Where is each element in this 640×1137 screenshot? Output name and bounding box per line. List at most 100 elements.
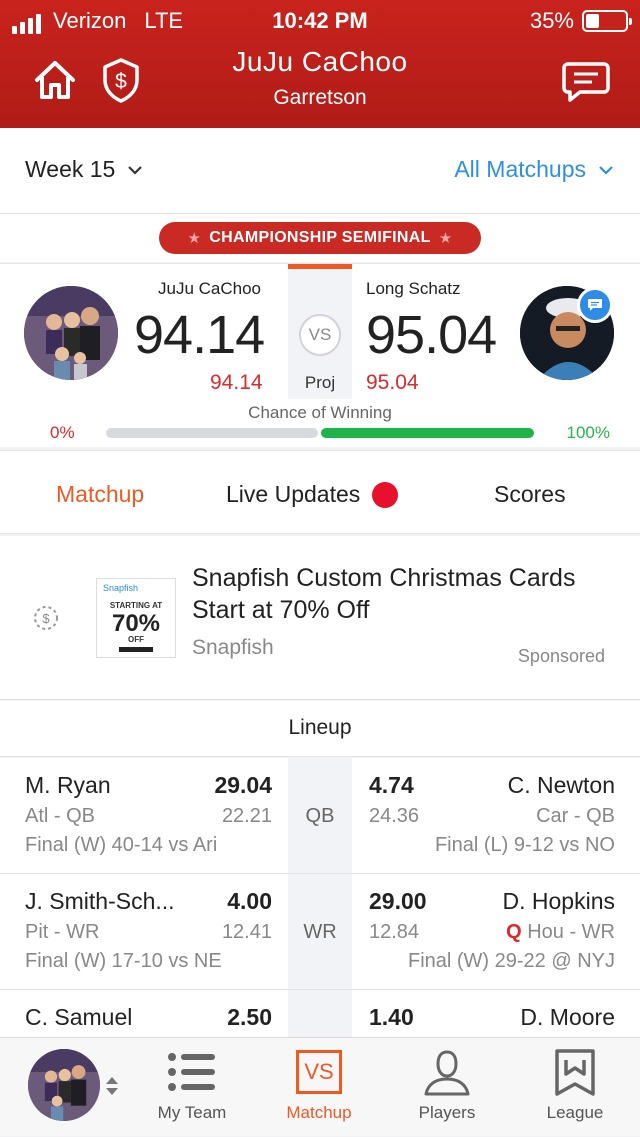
- lineup-header: Lineup: [0, 701, 640, 757]
- vs-badge: VS: [299, 314, 341, 356]
- right-player-team-pos: Car - QB: [536, 805, 615, 827]
- chance-label: Chance of Winning: [248, 403, 392, 422]
- bottom-nav: My Team VS Matchup Players League: [0, 1037, 640, 1136]
- left-player-proj: 12.41: [221, 921, 272, 943]
- live-dot-icon: [372, 481, 399, 508]
- left-win-percent: 0%: [50, 423, 75, 442]
- right-team-score: 95.04: [366, 305, 497, 365]
- star-icon: ★: [438, 230, 453, 247]
- ad-thumb-brand: Snapfish: [103, 583, 139, 593]
- tab-matchup[interactable]: Matchup: [56, 481, 144, 508]
- left-player-score: 29.04: [214, 772, 272, 798]
- matchups-filter-label: All Matchups: [454, 156, 586, 182]
- week-selector[interactable]: Week 15: [25, 156, 143, 183]
- position-label: WR: [303, 921, 337, 943]
- nav-matchup[interactable]: VS Matchup: [259, 1038, 379, 1137]
- tab-live-updates-label: Live Updates: [226, 481, 361, 507]
- left-player-name[interactable]: C. Samuel: [25, 1004, 132, 1031]
- week-label: Week 15: [25, 156, 116, 182]
- left-player-team-pos: Atl - QB: [25, 805, 96, 827]
- right-player-result: Final (L) 9-12 vs NO: [434, 834, 615, 856]
- injury-status-badge: Q: [506, 921, 522, 943]
- left-win-bar: [106, 428, 318, 438]
- nav-league[interactable]: League: [515, 1038, 635, 1137]
- tab-scores[interactable]: Scores: [494, 481, 566, 508]
- right-player-result: Final (W) 29-22 @ NYJ: [407, 950, 615, 972]
- right-team-name: Long Schatz: [366, 279, 461, 298]
- battery-icon: [582, 10, 632, 32]
- right-player-name[interactable]: D. Moore: [420, 1004, 615, 1031]
- right-player-team-pos-wrap: Q Hou - WR: [420, 921, 615, 944]
- status-bar: Verizon LTE 10:42 PM 35%: [0, 0, 640, 40]
- right-team-projected: 95.04: [366, 371, 419, 394]
- left-player-name[interactable]: M. Ryan: [25, 772, 111, 799]
- left-player-result: Final (W) 40-14 vs Ari: [25, 834, 218, 856]
- right-player-proj: 12.84: [369, 921, 420, 943]
- lineup-row[interactable]: M. Ryan 29.04 Atl - QB 22.21 Final (W) 4…: [0, 758, 640, 874]
- right-player-name[interactable]: C. Newton: [420, 772, 615, 799]
- team-switcher-avatar[interactable]: [28, 1049, 100, 1121]
- ad-sponsored-label: Sponsored: [517, 646, 605, 666]
- right-player-score: 29.00: [369, 888, 427, 914]
- left-team-avatar[interactable]: [24, 286, 118, 380]
- ad-thumb-button: [119, 647, 153, 652]
- page-title: JuJu CaChoo: [232, 46, 408, 77]
- left-team-name: JuJu CaChoo: [158, 279, 262, 298]
- round-badge: ★ CHAMPIONSHIP SEMIFINAL ★: [159, 222, 481, 254]
- vs-box-text: VS: [304, 1059, 334, 1084]
- nav-matchup-label: Matchup: [286, 1103, 352, 1122]
- app-header: Verizon LTE 10:42 PM 35% $ JuJu CaChoo G…: [0, 0, 640, 128]
- week-bar: Week 15 All Matchups: [0, 128, 640, 214]
- battery-percent: 35%: [529, 8, 574, 33]
- left-player-name[interactable]: J. Smith-Sch...: [25, 888, 175, 915]
- left-player-team-pos: Pit - WR: [25, 921, 100, 943]
- ad-choices-icon[interactable]: $: [32, 604, 60, 637]
- chat-icon[interactable]: [562, 60, 610, 108]
- tab-live-updates[interactable]: Live Updates: [226, 481, 399, 508]
- right-player-score: 1.40: [369, 1004, 414, 1030]
- sort-arrows-icon[interactable]: [104, 1075, 120, 1102]
- message-badge-icon[interactable]: [577, 287, 613, 323]
- right-win-percent: 100%: [566, 423, 610, 442]
- lineup-title: Lineup: [288, 716, 352, 739]
- proj-label: Proj: [304, 373, 336, 392]
- chevron-down-icon: [128, 165, 143, 175]
- right-player-score: 4.74: [369, 772, 414, 798]
- nav-my-team[interactable]: My Team: [132, 1038, 252, 1137]
- league-shield-icon: [555, 1049, 595, 1096]
- right-player-name[interactable]: D. Hopkins: [420, 888, 615, 915]
- page-subtitle: Garretson: [273, 86, 367, 109]
- round-badge-row: ★ CHAMPIONSHIP SEMIFINAL ★: [0, 214, 640, 262]
- chevron-down-icon: [599, 165, 613, 175]
- matchups-filter[interactable]: All Matchups: [454, 156, 614, 183]
- left-player-result: Final (W) 17-10 vs NE: [25, 950, 222, 972]
- right-player-proj: 24.36: [369, 805, 420, 827]
- svg-text:$: $: [42, 611, 50, 626]
- lineup-row[interactable]: J. Smith-Sch... 4.00 Pit - WR 12.41 Fina…: [0, 874, 640, 990]
- right-win-bar: [321, 428, 534, 438]
- ad-title[interactable]: Snapfish Custom Christmas Cards Start at…: [192, 562, 612, 626]
- left-player-score: 4.00: [227, 888, 272, 914]
- nav-players-label: Players: [418, 1103, 476, 1122]
- star-icon: ★: [187, 230, 202, 247]
- round-badge-label: CHAMPIONSHIP SEMIFINAL: [209, 229, 431, 246]
- ad-thumb-line1: STARTING AT: [109, 601, 163, 610]
- ad-thumbnail[interactable]: Snapfish STARTING AT 70% OFF: [96, 578, 176, 658]
- nav-league-label: League: [546, 1103, 604, 1122]
- ad-thumb-line2: 70%: [111, 610, 161, 637]
- list-icon: [168, 1053, 215, 1091]
- player-icon: [424, 1050, 470, 1096]
- left-team-score: 94.14: [134, 305, 265, 365]
- matchup-tabs: Matchup Live Updates Scores: [0, 450, 640, 534]
- ad-thumb-line3: OFF: [128, 635, 144, 644]
- ad-source: Snapfish: [192, 636, 274, 659]
- nav-my-team-label: My Team: [157, 1103, 227, 1122]
- sponsored-ad[interactable]: $ Snapfish STARTING AT 70% OFF Snapfish …: [0, 536, 640, 700]
- left-player-proj: 22.21: [221, 805, 272, 827]
- matchup-score-panel: JuJu CaChoo 94.14 94.14 VS Proj Long Sch…: [0, 263, 640, 447]
- nav-players[interactable]: Players: [387, 1038, 507, 1137]
- left-player-score: 2.50: [227, 1004, 272, 1030]
- position-label: QB: [305, 805, 335, 827]
- right-player-team-pos: Hou - WR: [527, 921, 615, 943]
- left-team-projected: 94.14: [210, 371, 263, 394]
